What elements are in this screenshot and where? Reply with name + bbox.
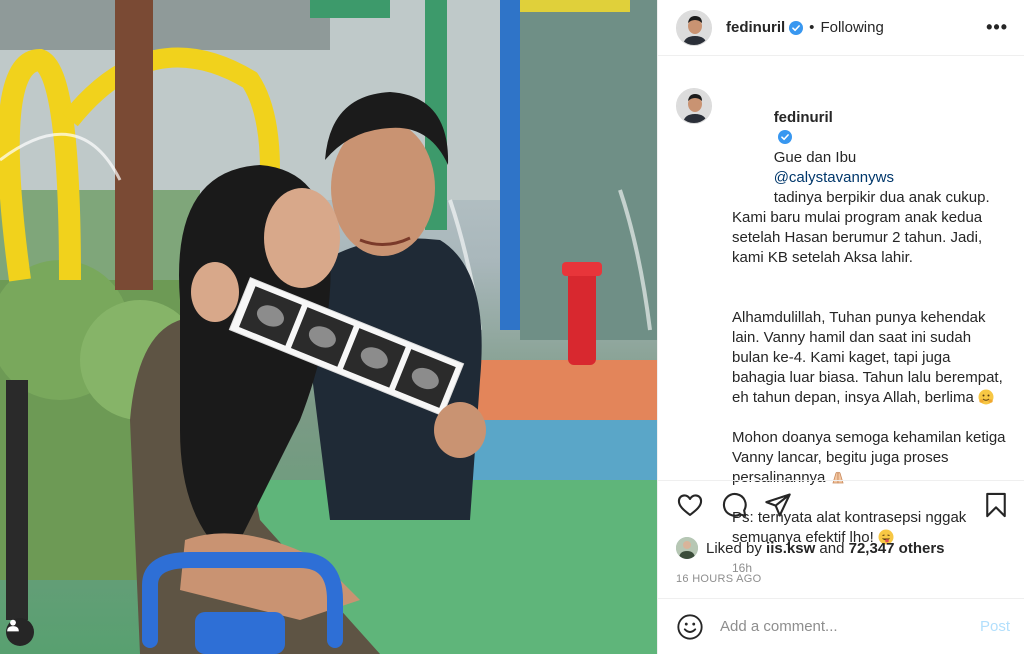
heart-icon	[677, 493, 703, 516]
user-tag-button[interactable]	[6, 618, 34, 646]
comments-area: fedinuril Gue dan Ibu @calystavannyws ta…	[658, 56, 1024, 575]
caption-paragraph-2-text: Alhamdulillah, Tuhan punya kehendak lain…	[732, 309, 1007, 406]
user-tag-icon	[7, 619, 19, 632]
caption-time-ago: 16h	[732, 561, 753, 575]
caption-paragraph-3: Mohon doanya semoga kehamilan ketiga Van…	[732, 428, 1008, 488]
caption-intro: Gue dan Ibu	[773, 149, 857, 166]
post-photo[interactable]	[0, 0, 657, 654]
verified-icon	[777, 130, 792, 144]
comment-input[interactable]	[720, 618, 980, 635]
caption-paragraph-1: fedinuril Gue dan Ibu @calystavannyws ta…	[732, 88, 1008, 288]
liker-avatar[interactable]	[676, 537, 698, 559]
hugging-face-emoji-icon	[978, 389, 994, 405]
caption-line1-rest: tadinya berpikir dua anak cukup. Kami ba…	[732, 189, 994, 266]
author-avatar[interactable]	[676, 9, 712, 46]
more-options-button[interactable]: •••	[986, 17, 1008, 38]
likes-conj: and	[819, 539, 845, 557]
likes-others-link[interactable]: 72,347 others	[849, 540, 945, 557]
avatar-image	[676, 537, 698, 559]
post-side-panel: fedinuril • Following ••• fedinuril Gue …	[657, 0, 1024, 654]
avatar-image	[677, 89, 711, 123]
author-username[interactable]: fedinuril	[726, 19, 785, 36]
save-button[interactable]	[982, 491, 1010, 519]
bookmark-icon	[986, 492, 1006, 517]
photo-illustration	[0, 0, 657, 654]
action-bar	[658, 480, 1024, 528]
liker-username[interactable]: iis.ksw	[766, 540, 815, 557]
like-button[interactable]	[676, 491, 704, 519]
caption-avatar[interactable]	[676, 88, 712, 124]
comment-icon	[722, 492, 747, 517]
header-separator: •	[809, 19, 815, 36]
caption-paragraph-2: Alhamdulillah, Tuhan punya kehendak lain…	[732, 308, 1008, 408]
avatar-image	[677, 10, 711, 45]
post-header: fedinuril • Following •••	[658, 0, 1024, 56]
caption-username[interactable]: fedinuril	[774, 109, 833, 126]
share-icon	[765, 492, 791, 517]
comment-button[interactable]	[720, 491, 748, 519]
smile-icon[interactable]	[676, 613, 704, 641]
verified-icon	[789, 20, 804, 35]
likes-prefix: Liked by	[706, 539, 762, 557]
likes-summary: Liked by iis.ksw and 72,347 others	[676, 537, 945, 559]
caption-paragraph-3-text: Mohon doanya semoga kehamilan ketiga Van…	[732, 429, 1010, 486]
following-button[interactable]: Following	[820, 19, 883, 36]
mention-link[interactable]: @calystavannyws	[774, 169, 894, 186]
share-button[interactable]	[764, 491, 792, 519]
add-comment-section: Post	[658, 598, 1024, 654]
post-comment-button[interactable]: Post	[980, 618, 1010, 635]
post-timestamp[interactable]: 16 HOURS AGO	[676, 573, 762, 585]
